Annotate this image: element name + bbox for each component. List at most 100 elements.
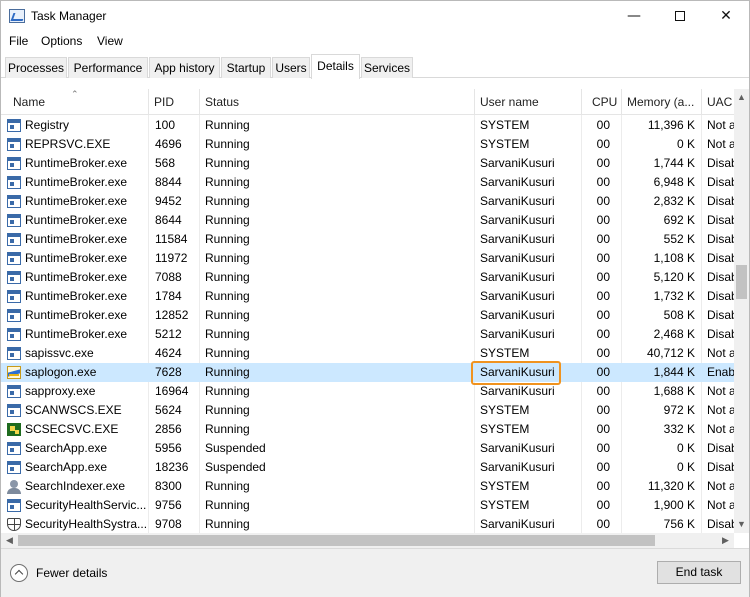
- status-cell: Running: [205, 137, 250, 151]
- vertical-scroll-thumb[interactable]: [736, 265, 747, 299]
- table-row[interactable]: RuntimeBroker.exe 7088 Running SarvaniKusur…: [1, 268, 734, 287]
- column-header-name[interactable]: ⌃ Name: [1, 89, 149, 115]
- table-row[interactable]: RuntimeBroker.exe 568 Running SarvaniKusuri…: [1, 154, 734, 173]
- column-header-uac[interactable]: UAC: [702, 89, 734, 115]
- uac-cell: Disab: [707, 517, 734, 531]
- table-row[interactable]: sapproxy.exe 16964 Running SarvaniKusuri 00 1…: [1, 382, 734, 401]
- horizontal-scroll-thumb[interactable]: [18, 535, 655, 546]
- uac-cell: Disab: [707, 289, 734, 303]
- cpu-cell: 00: [596, 384, 610, 398]
- column-header-cpu[interactable]: CPU: [582, 89, 622, 115]
- memory-cell: 0 K: [676, 441, 695, 455]
- process-icon: [7, 404, 21, 417]
- uac-cell: Not a: [707, 498, 734, 512]
- tab-services[interactable]: Services: [361, 57, 413, 78]
- scroll-right-icon[interactable]: ▶: [717, 533, 734, 548]
- process-icon: [7, 176, 21, 189]
- status-cell: Running: [205, 498, 250, 512]
- process-icon: [7, 290, 21, 303]
- tab-processes[interactable]: Processes: [5, 57, 67, 78]
- table-row[interactable]: SCSECSVC.EXE 2856 Running SYSTEM 00 332 K Not …: [1, 420, 734, 439]
- end-task-button[interactable]: End task: [657, 561, 741, 584]
- tab-startup[interactable]: Startup: [221, 57, 271, 78]
- process-name-cell: SCANWSCS.EXE: [25, 403, 122, 417]
- tab-users[interactable]: Users: [272, 57, 310, 78]
- tab-app-history[interactable]: App history: [149, 57, 220, 78]
- column-header-memory[interactable]: Memory (a...: [622, 89, 702, 115]
- memory-cell: 11,320 K: [647, 479, 695, 493]
- uac-cell: Disab: [707, 232, 734, 246]
- cpu-cell: 00: [596, 327, 610, 341]
- table-row[interactable]: SecurityHealthSystra... 9708 Running Sarvan…: [1, 515, 734, 533]
- table-row[interactable]: SearchIndexer.exe 8300 Running SYSTEM 00 11,3…: [1, 477, 734, 496]
- close-button[interactable]: ✕: [703, 1, 749, 32]
- menu-file[interactable]: File: [9, 34, 28, 48]
- table-row[interactable]: SearchApp.exe 5956 Suspended SarvaniKusuri 0…: [1, 439, 734, 458]
- user-name-cell: SYSTEM: [480, 422, 530, 436]
- table-row[interactable]: REPRSVC.EXE 4696 Running SYSTEM 00 0 K Not a: [1, 135, 734, 154]
- process-icon: [7, 119, 21, 132]
- user-name-cell: SarvaniKusuri: [480, 289, 555, 303]
- user-name-cell: SYSTEM: [480, 403, 530, 417]
- uac-cell: Not a: [707, 346, 734, 360]
- scroll-down-icon[interactable]: ▼: [734, 516, 749, 533]
- memory-cell: 5,120 K: [653, 270, 695, 284]
- table-row[interactable]: RuntimeBroker.exe 11972 Running SarvaniKusu…: [1, 249, 734, 268]
- pid-cell: 1784: [155, 289, 182, 303]
- minimize-button[interactable]: —: [611, 1, 657, 32]
- table-row[interactable]: RuntimeBroker.exe 5212 Running SarvaniKusur…: [1, 325, 734, 344]
- pid-cell: 8644: [155, 213, 182, 227]
- process-name-cell: SecurityHealthSystra...: [25, 517, 147, 531]
- table-row[interactable]: sapissvc.exe 4624 Running SYSTEM 00 40,712 KN…: [1, 344, 734, 363]
- collapse-up-icon[interactable]: [10, 564, 28, 582]
- tab-performance[interactable]: Performance: [68, 57, 148, 78]
- column-header-user-name[interactable]: User name: [475, 89, 582, 115]
- table-row[interactable]: RuntimeBroker.exe 8844 Running SarvaniKusur…: [1, 173, 734, 192]
- cpu-cell: 00: [596, 194, 610, 208]
- menu-options[interactable]: Options: [41, 34, 82, 48]
- footer-bar: Fewer details End task: [1, 548, 749, 597]
- status-cell: Running: [205, 232, 250, 246]
- column-header-status[interactable]: Status: [200, 89, 475, 115]
- memory-cell: 972 K: [663, 403, 695, 417]
- column-header-pid[interactable]: PID: [149, 89, 200, 115]
- table-row[interactable]: RuntimeBroker.exe 9452 Running SarvaniKusur…: [1, 192, 734, 211]
- process-icon: [7, 385, 21, 398]
- table-row[interactable]: SCANWSCS.EXE 5624 Running SYSTEM 00 972 K Not …: [1, 401, 734, 420]
- maximize-button[interactable]: [657, 1, 703, 32]
- fewer-details-link[interactable]: Fewer details: [36, 566, 107, 580]
- process-name-cell: RuntimeBroker.exe: [25, 270, 128, 284]
- uac-cell: Not a: [707, 403, 734, 417]
- memory-cell: 756 K: [663, 517, 695, 531]
- uac-cell: Enab: [707, 365, 734, 379]
- tab-details[interactable]: Details: [311, 54, 360, 79]
- memory-cell: 40,712 K: [646, 346, 695, 360]
- table-row[interactable]: SecurityHealthServic... 9756 Running SYSTEM…: [1, 496, 734, 515]
- scroll-up-icon[interactable]: ▲: [734, 89, 749, 106]
- table-row[interactable]: Registry 100 Running SYSTEM 00 11,396 K Not a: [1, 116, 734, 135]
- uac-cell: Disab: [707, 194, 734, 208]
- table-row[interactable]: RuntimeBroker.exe 12852 Running SarvaniKusu…: [1, 306, 734, 325]
- process-icon: [7, 347, 21, 360]
- task-manager-icon: [9, 9, 25, 23]
- cpu-cell: 00: [596, 251, 610, 265]
- pid-cell: 7088: [155, 270, 182, 284]
- memory-cell: 1,688 K: [653, 384, 695, 398]
- table-row[interactable]: RuntimeBroker.exe 11584 Running SarvaniKusu…: [1, 230, 734, 249]
- table-row[interactable]: RuntimeBroker.exe 1784 Running SarvaniKusur…: [1, 287, 734, 306]
- memory-cell: 0 K: [676, 460, 695, 474]
- horizontal-scrollbar[interactable]: ◀ ▶: [1, 533, 734, 548]
- uac-cell: Disab: [707, 175, 734, 189]
- tab-strip: Processes Performance App history Startu…: [1, 54, 749, 79]
- scroll-left-icon[interactable]: ◀: [1, 533, 18, 548]
- table-row[interactable]: SearchApp.exe 18236 Suspended SarvaniKusuri…: [1, 458, 734, 477]
- user-name-cell: SarvaniKusuri: [480, 175, 555, 189]
- vertical-scrollbar[interactable]: ▲ ▼: [734, 89, 749, 533]
- table-row[interactable]: RuntimeBroker.exe 8644 Running SarvaniKusur…: [1, 211, 734, 230]
- status-cell: Suspended: [205, 441, 266, 455]
- memory-cell: 1,744 K: [653, 156, 695, 170]
- status-cell: Running: [205, 289, 250, 303]
- menu-view[interactable]: View: [97, 34, 123, 48]
- table-row[interactable]: saplogon.exe 7628 Running SarvaniKusuri 00 1,…: [1, 363, 734, 382]
- title-bar[interactable]: Task Manager — ✕: [1, 1, 749, 32]
